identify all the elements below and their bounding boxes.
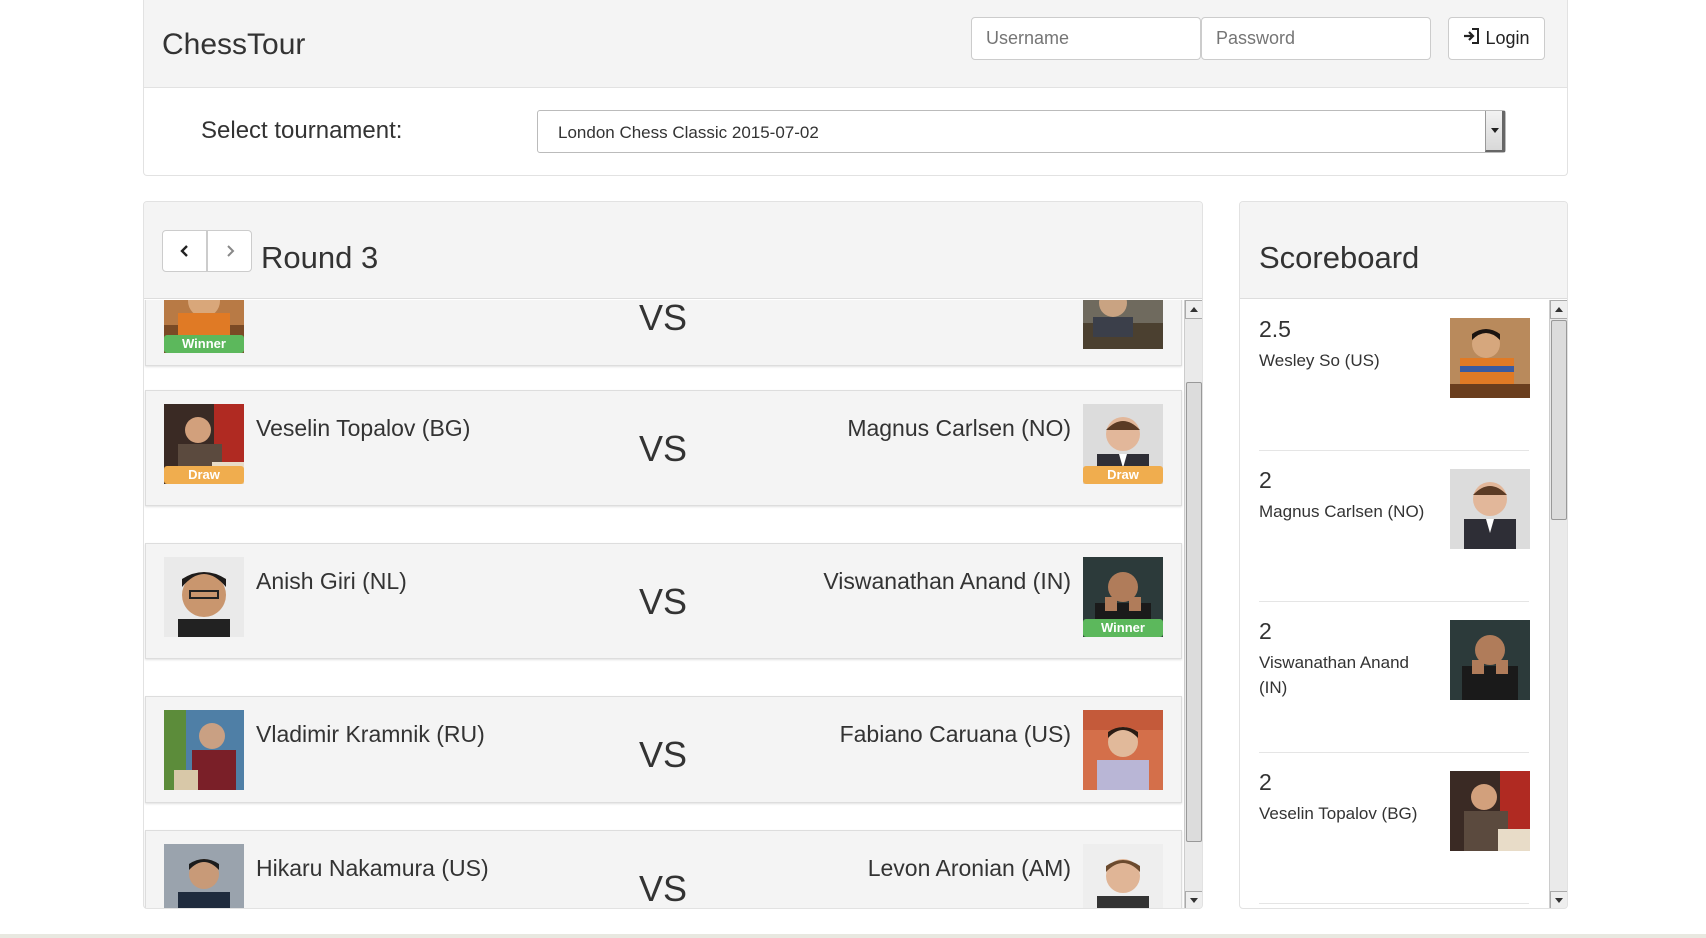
vs-label: VS	[639, 581, 688, 622]
scoreboard-list: 2.5 Wesley So (US) 2 Magnus Carlsen (NO)…	[1240, 300, 1550, 908]
scoreboard-panel: Scoreboard 2.5 Wesley So (US) 2 Magnus C…	[1239, 201, 1568, 909]
player-name: Viswanathan Anand (IN)	[1259, 653, 1409, 697]
score-value: 2.5	[1259, 316, 1291, 342]
player-photo	[1450, 318, 1530, 398]
player-photo	[164, 710, 244, 790]
match-list: Winner VS Draw Veselin Topalov (BG) VS M…	[144, 300, 1184, 909]
player-photo	[1450, 469, 1530, 549]
player-name: Hikaru Nakamura (US)	[256, 855, 489, 881]
scoreboard-entry: 2.5 Wesley So (US)	[1259, 300, 1530, 451]
result-badge: Winner	[164, 335, 244, 353]
scroll-down-arrow-icon[interactable]	[1185, 891, 1202, 908]
login-label: Login	[1485, 28, 1530, 48]
scoreboard-scrollbar[interactable]	[1549, 300, 1567, 908]
chevron-right-icon	[226, 245, 234, 257]
match-row: Hikaru Nakamura (US) VS Levon Aronian (A…	[145, 830, 1182, 909]
next-round-button[interactable]	[207, 230, 252, 272]
player-photo	[1083, 710, 1163, 790]
tournament-select[interactable]: London Chess Classic 2015-07-02	[537, 110, 1506, 153]
vs-label: VS	[639, 734, 688, 775]
vs-label: VS	[639, 868, 688, 909]
player-photo: Draw	[164, 404, 244, 484]
player-name: Wesley So (US)	[1259, 351, 1380, 370]
round-title: Round 3	[261, 240, 379, 275]
scroll-down-arrow-icon[interactable]	[1550, 891, 1567, 908]
vs-label: VS	[639, 428, 688, 469]
player-name: Veselin Topalov (BG)	[1259, 804, 1418, 823]
scroll-up-arrow-icon[interactable]	[1185, 300, 1202, 319]
player-name: Vladimir Kramnik (RU)	[256, 721, 485, 747]
vs-label: VS	[639, 300, 688, 338]
result-badge: Winner	[1083, 619, 1163, 637]
player-name: Magnus Carlsen (NO)	[847, 415, 1071, 441]
tournament-select-panel: Select tournament: London Chess Classic …	[143, 88, 1568, 176]
player-name: Anish Giri (NL)	[256, 568, 407, 594]
player-photo	[1450, 620, 1530, 700]
match-list-scrollbar[interactable]	[1184, 300, 1202, 908]
scoreboard-header: Scoreboard	[1240, 202, 1567, 299]
scoreboard-entry: 2 Magnus Carlsen (NO)	[1259, 451, 1530, 602]
player-photo	[164, 557, 244, 637]
player-photo	[1083, 844, 1163, 908]
result-badge: Draw	[1083, 466, 1163, 484]
player-photo	[164, 844, 244, 908]
scoreboard-entry: 2 Viswanathan Anand (IN)	[1259, 602, 1530, 753]
bottom-edge	[0, 934, 1706, 938]
round-header: Round 3	[144, 202, 1202, 299]
login-button[interactable]: Login	[1448, 17, 1545, 60]
username-input[interactable]	[971, 17, 1201, 60]
chevron-left-icon	[179, 245, 188, 257]
player-name: Viswanathan Anand (IN)	[823, 568, 1071, 594]
player-photo: Draw	[1083, 404, 1163, 484]
score-value: 2	[1259, 618, 1272, 644]
player-photo	[1450, 771, 1530, 851]
tournament-select-label: Select tournament:	[201, 117, 403, 144]
scrollbar-thumb[interactable]	[1551, 320, 1567, 520]
round-panel: Round 3 Winner VS Draw Veselin Topalov (…	[143, 201, 1203, 909]
navbar: ChessTour Login	[143, 0, 1568, 88]
match-row: Anish Giri (NL) VS Viswanathan Anand (IN…	[145, 543, 1182, 659]
scoreboard-entry: 2 Veselin Topalov (BG)	[1259, 753, 1530, 904]
player-name: Veselin Topalov (BG)	[256, 415, 471, 441]
score-value: 2	[1259, 467, 1272, 493]
match-row: Vladimir Kramnik (RU) VS Fabiano Caruana…	[145, 696, 1182, 803]
scrollbar-thumb[interactable]	[1186, 382, 1202, 842]
player-name: Magnus Carlsen (NO)	[1259, 502, 1425, 521]
player-name: Levon Aronian (AM)	[867, 855, 1071, 881]
player-photo: Winner	[164, 300, 244, 353]
login-icon	[1463, 27, 1481, 50]
scoreboard-title: Scoreboard	[1259, 240, 1420, 275]
brand-logo[interactable]: ChessTour	[162, 28, 305, 62]
match-row: Winner VS	[145, 300, 1182, 366]
chevron-down-icon[interactable]	[1485, 111, 1505, 152]
previous-round-button[interactable]	[162, 230, 207, 272]
result-badge: Draw	[164, 466, 244, 484]
password-input[interactable]	[1201, 17, 1431, 60]
match-row: Draw Veselin Topalov (BG) VS Magnus Carl…	[145, 390, 1182, 506]
player-photo	[1083, 300, 1163, 349]
tournament-selected-value: London Chess Classic 2015-07-02	[558, 123, 819, 142]
scroll-up-arrow-icon[interactable]	[1550, 300, 1567, 319]
player-name: Fabiano Caruana (US)	[839, 721, 1071, 747]
player-photo: Winner	[1083, 557, 1163, 637]
score-value: 2	[1259, 769, 1272, 795]
